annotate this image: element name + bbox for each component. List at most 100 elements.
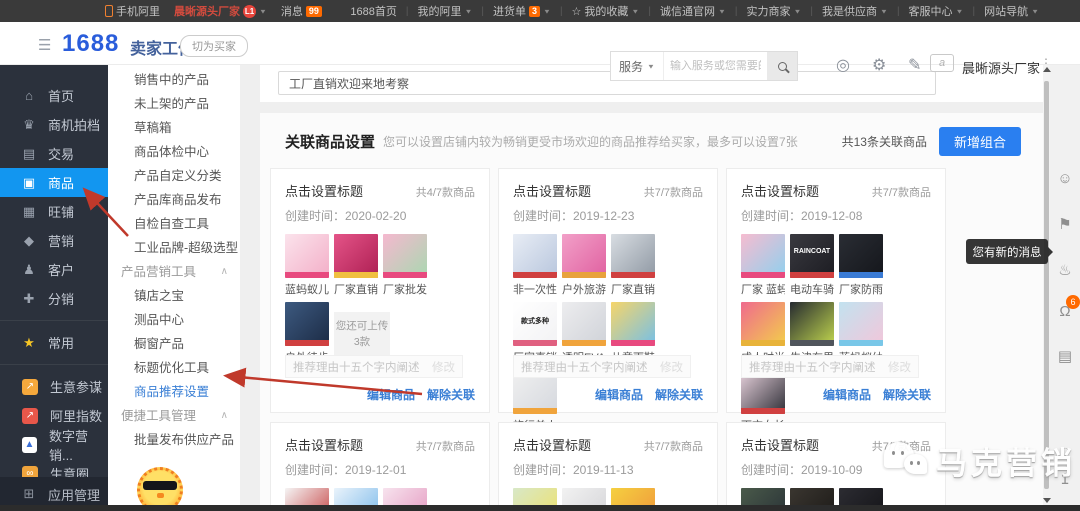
product-item[interactable]: 厂家 蓝蚂... (741, 234, 785, 297)
search-icon (778, 62, 787, 71)
submenu-item-销售中的产品[interactable]: 销售中的产品 (108, 68, 240, 92)
product-item[interactable]: 厂家批发... (383, 234, 427, 297)
service-select[interactable]: 服务▼ (611, 52, 664, 80)
submenu-item-商品体检中心[interactable]: 商品体检中心 (108, 140, 240, 164)
submenu-item-label: 未上架的产品 (134, 97, 209, 111)
unlink-link[interactable]: 解除关联 (655, 386, 703, 403)
product-item[interactable]: 蓝蚂蚁儿... (285, 234, 329, 297)
edit-goods-link[interactable]: 编辑商品 (823, 386, 871, 403)
scroll-up-arrow[interactable] (1043, 67, 1051, 72)
submenu-item-未上架的产品[interactable]: 未上架的产品 (108, 92, 240, 116)
upload-more-slot[interactable]: 您还可上传3款 (334, 312, 390, 358)
topbar-item-网站导航[interactable]: 网站导航▼ (975, 3, 1048, 19)
modify-link[interactable]: 修改 (660, 359, 683, 375)
customer-service-icon[interactable]: ☺ (1050, 170, 1080, 187)
submenu-item-批量发布供应产品[interactable]: 批量发布供应产品 (108, 428, 240, 452)
seller-workbench-page: 手机阿里晨晰源头厂家L1▼消息99 1688首页|我的阿里▼|进货单3▼|☆我的… (0, 0, 1080, 511)
promo-strip (741, 272, 785, 278)
topbar-item-进货单[interactable]: 进货单3▼ (484, 3, 560, 19)
product-item[interactable]: 户外旅游... (562, 234, 606, 297)
add-combo-button[interactable]: 新增组合 (939, 127, 1021, 156)
edit-goods-link[interactable]: 编辑商品 (595, 386, 643, 403)
card-title-placeholder[interactable]: 点击设置标题 (285, 435, 363, 454)
topbar-item-晨晰源头厂家[interactable]: 晨晰源头厂家L1▼ (174, 3, 267, 19)
sidebar-app-数字营销...[interactable]: ▲数字营销... (0, 430, 108, 459)
location-icon[interactable]: ◎ (836, 55, 850, 75)
submenu-item-橱窗产品[interactable]: 橱窗产品 (108, 332, 240, 356)
sidebar-app-生意参谋[interactable]: ↗生意参谋 (0, 372, 108, 401)
card-title-placeholder[interactable]: 点击设置标题 (513, 435, 591, 454)
switch-to-buyer-button[interactable]: 切为买家 (180, 35, 248, 57)
submenu-item-草稿箱[interactable]: 草稿箱 (108, 116, 240, 140)
news-icon[interactable]: ▤ (1050, 347, 1080, 365)
product-name: 蓝蚂蚁儿... (285, 281, 329, 297)
sidebar-item-客户[interactable]: ♟客户 (0, 255, 108, 284)
submenu-item-标题优化工具[interactable]: 标题优化工具 (108, 356, 240, 380)
submenu-item-自检自查工具[interactable]: 自检自查工具 (108, 212, 240, 236)
search-button[interactable] (767, 52, 797, 80)
back-to-top-icon[interactable]: ↥ (1050, 470, 1080, 488)
topbar-item-label: 我的阿里 (417, 3, 461, 19)
scrollbar-thumb[interactable] (1044, 81, 1049, 489)
sidebar-item-交易[interactable]: ▤交易 (0, 139, 108, 168)
topbar-item-我的收藏[interactable]: ☆我的收藏▼ (563, 3, 649, 19)
sidebar-item-商品[interactable]: ▣商品 (0, 168, 108, 197)
collapse-icon[interactable]: ∧ (221, 404, 228, 428)
sidebar-item-pinned[interactable]: ★常用 (0, 328, 108, 357)
search-input[interactable] (664, 60, 767, 72)
topbar-item-客服中心[interactable]: 客服中心▼ (900, 3, 973, 19)
product-item[interactable]: RAINCOAT电动车骑... (790, 234, 834, 297)
unlink-link[interactable]: 解除关联 (427, 386, 475, 403)
scroll-down-arrow[interactable] (1043, 498, 1051, 503)
circle-tool-icon[interactable]: ◌ (1050, 443, 1080, 460)
shop-name[interactable]: 晨晰源头厂家 (962, 58, 1040, 77)
sidebar-item-label: 生意参谋 (50, 377, 102, 396)
reason-input[interactable]: 推荐理由十五个字内阐述修改 (285, 355, 463, 378)
logo-1688[interactable]: 1688 (62, 30, 119, 58)
footprint-icon[interactable]: ♨ (1050, 261, 1080, 279)
submenu-item-镇店之宝[interactable]: 镇店之宝 (108, 284, 240, 308)
reason-input[interactable]: 推荐理由十五个字内阐述修改 (741, 355, 919, 378)
product-item[interactable]: 厂家直销... (611, 234, 655, 297)
submenu-item-产品自定义分类[interactable]: 产品自定义分类 (108, 164, 240, 188)
card-title-placeholder[interactable]: 点击设置标题 (741, 181, 819, 200)
vertical-scrollbar[interactable] (1043, 65, 1050, 511)
submenu-item-产品库商品发布[interactable]: 产品库商品发布 (108, 188, 240, 212)
topbar-item-我的阿里[interactable]: 我的阿里▼ (408, 3, 481, 19)
card-title-placeholder[interactable]: 点击设置标题 (741, 435, 819, 454)
edit-goods-link[interactable]: 编辑商品 (367, 386, 415, 403)
topbar-item-实力商家[interactable]: 实力商家▼ (737, 3, 810, 19)
product-thumbnail (790, 302, 834, 346)
modify-link[interactable]: 修改 (888, 359, 911, 375)
card-title-placeholder[interactable]: 点击设置标题 (285, 181, 363, 200)
bookmark-icon[interactable]: ⚑ (1050, 215, 1080, 233)
product-item[interactable]: 非一次性... (513, 234, 557, 297)
topbar-item-诚信通官网[interactable]: 诚信通官网▼ (651, 3, 735, 19)
submenu-item-测品中心[interactable]: 测品中心 (108, 308, 240, 332)
reason-input[interactable]: 推荐理由十五个字内阐述修改 (513, 355, 691, 378)
card-title-placeholder[interactable]: 点击设置标题 (513, 181, 591, 200)
edit-icon[interactable]: ✎ (908, 55, 921, 75)
sidebar-item-商机拍档[interactable]: ♛商机拍档 (0, 110, 108, 139)
topbar-item-label: 消息 (281, 3, 303, 19)
unlink-link[interactable]: 解除关联 (883, 386, 931, 403)
submenu-item-工业品牌-超级选型[interactable]: 工业品牌-超级选型 (108, 236, 240, 260)
bell-icon[interactable]: Ω6 (1050, 303, 1080, 320)
topbar-item-手机阿里[interactable]: 手机阿里 (105, 3, 160, 19)
gear-icon[interactable]: ⚙ (872, 55, 886, 75)
sidebar-item-营销[interactable]: ◆营销 (0, 226, 108, 255)
product-item[interactable]: 厂家直销... (334, 234, 378, 297)
modify-link[interactable]: 修改 (432, 359, 455, 375)
topbar-item-我是供应商[interactable]: 我是供应商▼ (813, 3, 897, 19)
product-item[interactable]: 厂家防雨... (839, 234, 883, 297)
submenu-item-商品推荐设置[interactable]: 商品推荐设置 (108, 380, 240, 404)
topbar-item-消息[interactable]: 消息99 (281, 3, 322, 19)
collapse-menu-icon[interactable]: ☰ (38, 36, 51, 54)
sidebar-item-首页[interactable]: ⌂首页 (0, 81, 108, 110)
card-created-time: 创建时间：2019-11-13 (513, 461, 703, 478)
product-name: 非一次性... (513, 281, 557, 297)
sidebar-item-旺铺[interactable]: ▦旺铺 (0, 197, 108, 226)
topbar-item-1688首页[interactable]: 1688首页 (341, 3, 405, 19)
collapse-icon[interactable]: ∧ (221, 260, 228, 284)
sidebar-item-分销[interactable]: ✚分销 (0, 284, 108, 313)
